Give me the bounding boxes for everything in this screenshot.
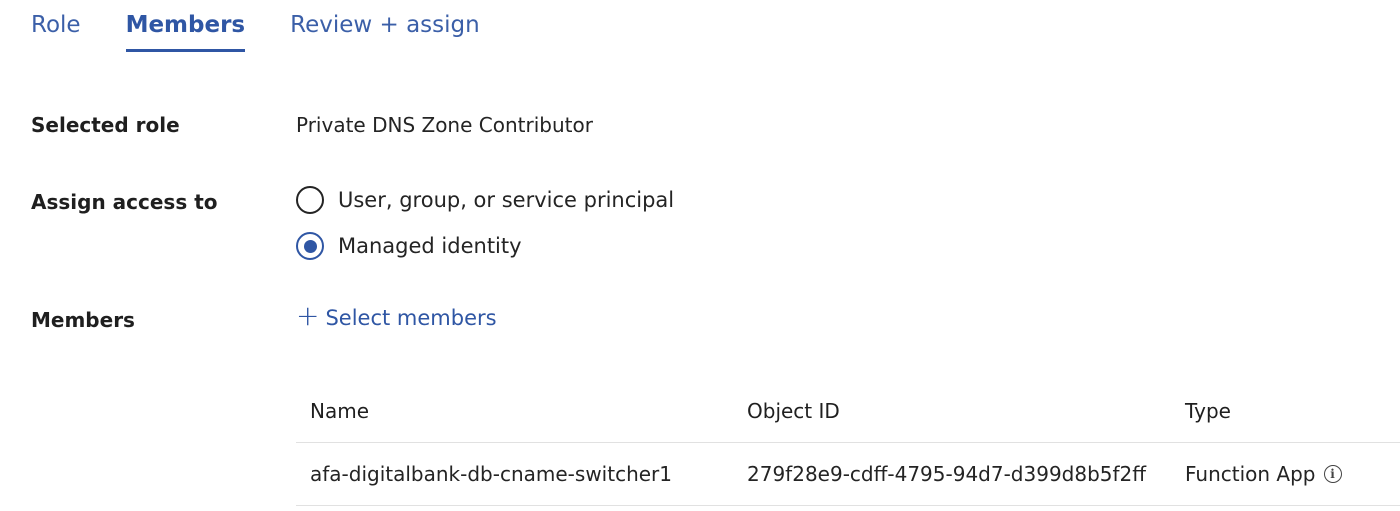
plus-icon: + (296, 299, 320, 332)
role-assignment-members-page: Role Members Review + assign Selected ro… (0, 0, 1400, 511)
radio-unchecked-icon[interactable] (296, 186, 324, 214)
tab-members[interactable]: Members (125, 12, 245, 52)
radio-managed-identity[interactable]: Managed identity (296, 232, 522, 260)
column-header-name: Name (310, 399, 370, 423)
radio-managed-identity-label: Managed identity (338, 234, 522, 258)
column-header-object-id: Object ID (747, 399, 840, 423)
table-header: Name Object ID Type (296, 380, 1400, 443)
selected-role-label: Selected role (31, 113, 180, 137)
members-table: Name Object ID Type afa-digitalbank-db-c… (296, 380, 1400, 506)
selected-role-value: Private DNS Zone Contributor (296, 113, 593, 137)
cell-object-id: 279f28e9-cdff-4795-94d7-d399d8b5f2ff (747, 462, 1147, 486)
select-members-text: Select members (325, 306, 497, 330)
cell-name: afa-digitalbank-db-cname-switcher1 (310, 462, 672, 486)
assign-access-label: Assign access to (31, 190, 218, 214)
members-label: Members (31, 308, 135, 332)
tab-review-assign[interactable]: Review + assign (290, 12, 480, 52)
select-members-link[interactable]: + Select members (296, 302, 497, 331)
radio-user-group-sp-label: User, group, or service principal (338, 188, 675, 212)
radio-checked-icon[interactable] (296, 232, 324, 260)
tab-role[interactable]: Role (31, 12, 81, 52)
table-row: afa-digitalbank-db-cname-switcher1 279f2… (296, 443, 1400, 506)
column-header-type: Type (1185, 399, 1231, 423)
cell-type-text: Function App (1185, 462, 1316, 486)
info-icon[interactable]: i (1323, 465, 1342, 483)
radio-user-group-sp[interactable]: User, group, or service principal (296, 186, 674, 214)
radio-dot (303, 239, 317, 253)
tab-bar: Role Members Review + assign (31, 12, 480, 52)
cell-type: Function App i (1185, 462, 1342, 486)
